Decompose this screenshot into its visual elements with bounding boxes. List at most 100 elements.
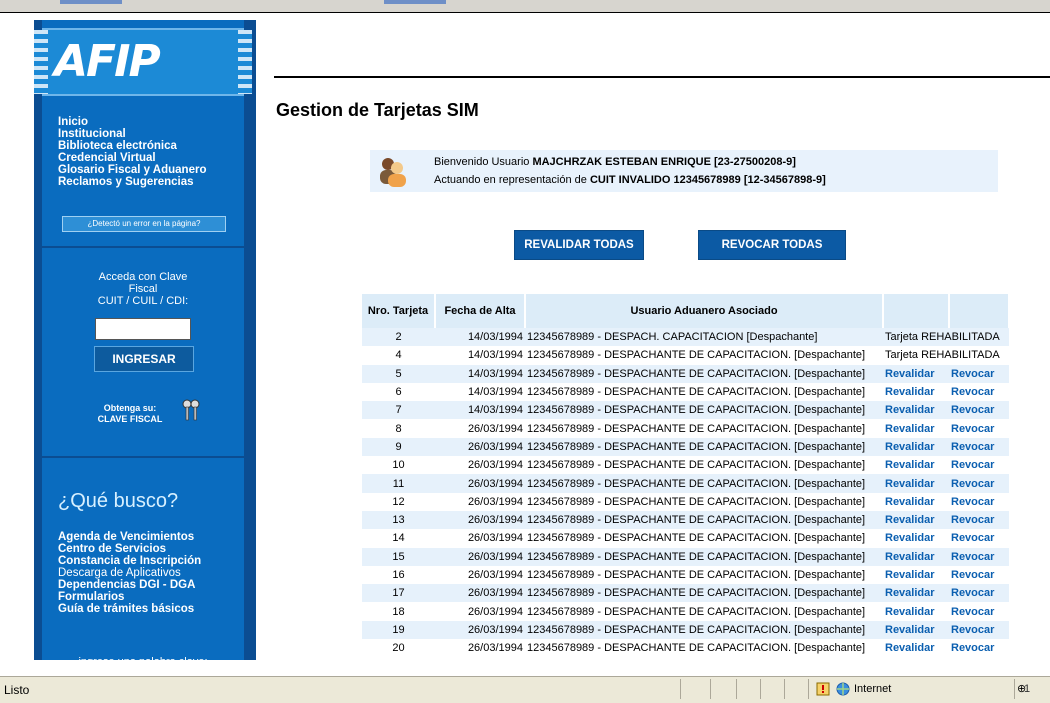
header-rule [274,76,1050,78]
revocar-link[interactable]: Revocar [949,620,1009,640]
login-field-label: CUIT / CUIL / CDI: [97,295,189,307]
quick-link-constancia[interactable]: Constancia de Inscripción [58,555,201,567]
revocar-link[interactable]: Revocar [949,510,1009,530]
revocar-link[interactable]: Revocar [949,437,1009,457]
table-row: 5 14/03/1994 12345678989 - DESPACHANTE DE … [362,364,1009,383]
quick-link-formularios[interactable]: Formularios [58,591,201,603]
sidebar-menu: Inicio Institucional Biblioteca electrón… [58,116,206,188]
revocar-link[interactable]: Revocar [949,602,1009,621]
revocar-link[interactable]: Revocar [949,382,1009,402]
cell-fecha: 26/03/1994 [435,620,525,640]
revalidar-link[interactable]: Revalidar [883,419,949,438]
ingresar-button[interactable]: INGRESAR [94,346,194,372]
sidebar-item-institucional[interactable]: Institucional [58,128,206,140]
table-row: 4 14/03/1994 12345678989 - DESPACHANTE DE … [362,346,1009,365]
cell-fecha: 26/03/1994 [435,602,525,621]
quick-link-descarga[interactable]: Descarga de Aplicativos [58,567,201,579]
revocar-link[interactable]: Revocar [949,474,1009,493]
revalidar-link[interactable]: Revalidar [883,620,949,640]
revalidar-link[interactable]: Revalidar [883,565,949,585]
revalidar-link[interactable]: Revalidar [883,529,949,548]
revalidar-todas-button[interactable]: REVALIDAR TODAS [514,230,644,260]
table-row: 18 26/03/1994 12345678989 - DESPACHANTE DE… [362,602,1009,621]
revocar-link[interactable]: Revocar [949,456,1009,475]
revocar-link[interactable]: Revocar [949,584,1009,603]
welcome-prefix: Bienvenido Usuario [434,156,530,168]
status-divider [808,679,809,699]
cell-fecha: 14/03/1994 [435,382,525,402]
revocar-link[interactable]: Revocar [949,492,1009,511]
cell-fecha: 26/03/1994 [435,474,525,493]
revalidar-link[interactable]: Revalidar [883,364,949,383]
cell-nro: 19 [362,620,435,640]
cell-fecha: 26/03/1994 [435,639,525,658]
browser-top-strip [0,0,1050,12]
revalidar-link[interactable]: Revalidar [883,492,949,511]
cell-usuario: 12345678989 - DESPACHANTE DE CAPACITACIO… [525,639,883,658]
cell-fecha: 14/03/1994 [435,346,525,365]
quick-link-guia[interactable]: Guía de trámites básicos [58,603,201,615]
revocar-todas-button[interactable]: REVOCAR TODAS [698,230,846,260]
cell-usuario: 12345678989 - DESPACHANTE DE CAPACITACIO… [525,602,883,621]
cell-fecha: 14/03/1994 [435,328,525,347]
report-error-link[interactable]: ¿Detectó un error en la página? [62,216,226,232]
cell-nro: 14 [362,529,435,548]
cell-nro: 18 [362,602,435,621]
revalidar-link[interactable]: Revalidar [883,474,949,493]
status-bar: Listo Internet ⊕ 1 [0,676,1050,703]
cuit-input[interactable] [95,318,191,340]
column-header-nro: Nro. Tarjeta [362,294,436,328]
cell-fecha: 26/03/1994 [435,419,525,438]
table-row: 14 26/03/1994 12345678989 - DESPACHANTE DE… [362,529,1009,548]
revalidar-link[interactable]: Revalidar [883,382,949,402]
cell-fecha: 26/03/1994 [435,456,525,475]
cell-fecha: 26/03/1994 [435,565,525,585]
revalidar-link[interactable]: Revalidar [883,547,949,566]
cell-usuario: 12345678989 - DESPACHANTE DE CAPACITACIO… [525,364,883,383]
table-row: 19 26/03/1994 12345678989 - DESPACHANTE DE… [362,620,1009,640]
cell-usuario: 12345678989 - DESPACHANTE DE CAPACITACIO… [525,456,883,475]
sidebar-item-credencial[interactable]: Credencial Virtual [58,152,206,164]
revalidar-link[interactable]: Revalidar [883,639,949,658]
sim-cards-table: Nro. Tarjeta Fecha de Alta Usuario Aduan… [362,294,1010,658]
cell-nro: 5 [362,364,435,383]
table-row: 16 26/03/1994 12345678989 - DESPACHANTE DE… [362,565,1009,585]
obtain-clave-fiscal-link[interactable]: Obtenga su: CLAVE FISCAL [82,403,178,425]
quick-link-centro-servicios[interactable]: Centro de Servicios [58,543,201,555]
status-divider [736,679,737,699]
revalidar-link[interactable]: Revalidar [883,584,949,603]
quick-link-agenda[interactable]: Agenda de Vencimientos [58,531,201,543]
zoom-level[interactable]: 1 [1024,683,1030,695]
revocar-link[interactable]: Revocar [949,364,1009,383]
revocar-link[interactable]: Revocar [949,419,1009,438]
logo[interactable]: AFIP [34,28,252,96]
revocar-link[interactable]: Revocar [949,401,1009,420]
warning-icon[interactable] [816,682,830,696]
cell-usuario: 12345678989 - DESPACHANTE DE CAPACITACIO… [525,382,883,402]
revalidar-link[interactable]: Revalidar [883,510,949,530]
revalidar-link[interactable]: Revalidar [883,401,949,420]
sidebar-item-reclamos[interactable]: Reclamos y Sugerencias [58,176,206,188]
sidebar-item-inicio[interactable]: Inicio [58,116,206,128]
cell-fecha: 26/03/1994 [435,437,525,457]
revalidar-link[interactable]: Revalidar [883,602,949,621]
cell-usuario: 12345678989 - DESPACHANTE DE CAPACITACIO… [525,346,883,365]
revocar-link[interactable]: Revocar [949,639,1009,658]
quick-link-dependencias[interactable]: Dependencias DGI - DGA [58,579,201,591]
welcome-user: MAJCHRZAK ESTEBAN ENRIQUE [23-27500208-9… [532,156,796,168]
cell-status: Tarjeta REHABILITADA [883,328,1009,347]
status-divider [760,679,761,699]
cell-nro: 15 [362,547,435,566]
revocar-link[interactable]: Revocar [949,529,1009,548]
revalidar-link[interactable]: Revalidar [883,437,949,457]
status-divider [680,679,681,699]
revalidar-link[interactable]: Revalidar [883,456,949,475]
revocar-link[interactable]: Revocar [949,547,1009,566]
sidebar-item-biblioteca[interactable]: Biblioteca electrónica [58,140,206,152]
cell-fecha: 14/03/1994 [435,401,525,420]
revocar-link[interactable]: Revocar [949,565,1009,585]
key-icon[interactable] [180,398,202,422]
table-row: 8 26/03/1994 12345678989 - DESPACHANTE DE … [362,419,1009,438]
sidebar-item-glosario[interactable]: Glosario Fiscal y Aduanero [58,164,206,176]
status-divider [784,679,785,699]
